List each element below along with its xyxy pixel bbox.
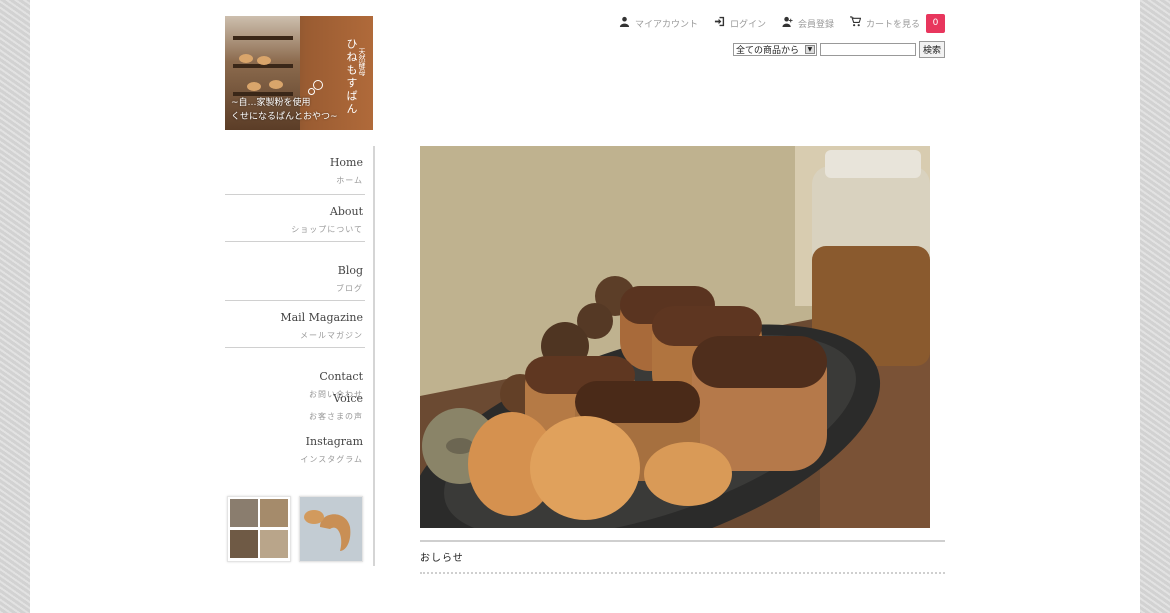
register-label: 会員登録 [797,19,834,30]
sidebar-item-blog[interactable]: Blog ブログ [225,242,373,300]
sidebar-item-home[interactable]: Home ホーム [225,146,373,194]
add-user-icon [782,16,793,30]
category-select-value: 全ての商品から [735,46,799,56]
sidebar-item-voice[interactable]: Voice お客さまの声 [225,392,373,435]
notice-dotted-divider [420,572,945,574]
sidebar-item-label: Instagram [305,435,363,448]
sidebar-item-sublabel: お客さまの声 [309,412,363,421]
login-link[interactable]: ログイン [714,16,766,30]
sidebar-item-label: Contact [319,370,363,383]
sidebar-item-label: Voice [333,392,363,405]
bread-photo [300,497,362,561]
cart-count-badge[interactable]: 0 [926,13,945,33]
sidebar-item-mail-magazine[interactable]: Mail Magazine メールマガジン [225,301,373,347]
my-account-label: マイアカウント [634,19,698,30]
logo-tagline-line2: くせになるぱんとおやつ~ [231,112,338,122]
sidebar-item-sublabel: ショップについて [291,225,363,234]
chevron-down-icon: ▼ [804,45,815,54]
sidebar-nav: Home ホーム About ショップについて Blog ブログ Mail Ma… [225,146,375,566]
logo-tagline: ~自…家製粉を使用 くせになるぱんとおやつ~ [231,96,338,124]
search-input[interactable] [819,43,916,56]
sidebar-item-instagram[interactable]: Instagram インスタグラム [225,435,373,473]
shop-logo[interactable]: ひねもすぱん 天然酵母 ~自…家製粉を使用 くせになるぱんとおやつ~ [225,16,373,130]
login-label: ログイン [729,19,766,30]
sidebar-item-label: Home [329,156,363,169]
register-link[interactable]: 会員登録 [782,16,834,30]
logo-subtitle: 天然酵母 [358,48,366,76]
bread-photo-illustration [420,146,930,528]
category-select[interactable]: 全ての商品から ▼ [732,43,817,56]
sidebar-item-sublabel: メールマガジン [300,331,363,340]
instagram-thumbnail[interactable] [299,496,363,562]
search-bar: 全ての商品から ▼ 検索 [732,41,945,58]
sidebar-item-sublabel: インスタグラム [300,455,363,464]
login-icon [714,16,725,30]
instagram-thumbnails [227,496,363,562]
sidebar-item-label: About [329,205,363,218]
notice-heading: おしらせ [420,553,464,564]
notice-divider [420,540,945,542]
cart-icon [849,16,862,30]
view-cart-link[interactable]: カートを見る [849,16,920,30]
hero-image [420,146,930,528]
user-icon [619,16,630,30]
logo-tagline-line1: ~自…家製粉を使用 [231,98,311,108]
sidebar-item-label: Mail Magazine [280,311,363,324]
my-account-link[interactable]: マイアカウント [619,16,698,30]
page-container: ひねもすぱん 天然酵母 ~自…家製粉を使用 くせになるぱんとおやつ~ マイアカウ… [30,0,1140,613]
instagram-thumbnail[interactable] [227,496,291,562]
search-button[interactable]: 検索 [918,41,945,58]
sidebar-item-label: Blog [337,264,363,277]
header-nav: マイアカウント ログイン 会員登録 カートを見る 0 [619,12,945,34]
sidebar-item-about[interactable]: About ショップについて [225,195,373,241]
sidebar-item-sublabel: ホーム [336,176,363,185]
sidebar-item-contact[interactable]: Contact お問い合わせ [225,348,373,399]
cart-label: カートを見る [865,19,920,30]
sidebar-item-sublabel: ブログ [336,284,363,293]
